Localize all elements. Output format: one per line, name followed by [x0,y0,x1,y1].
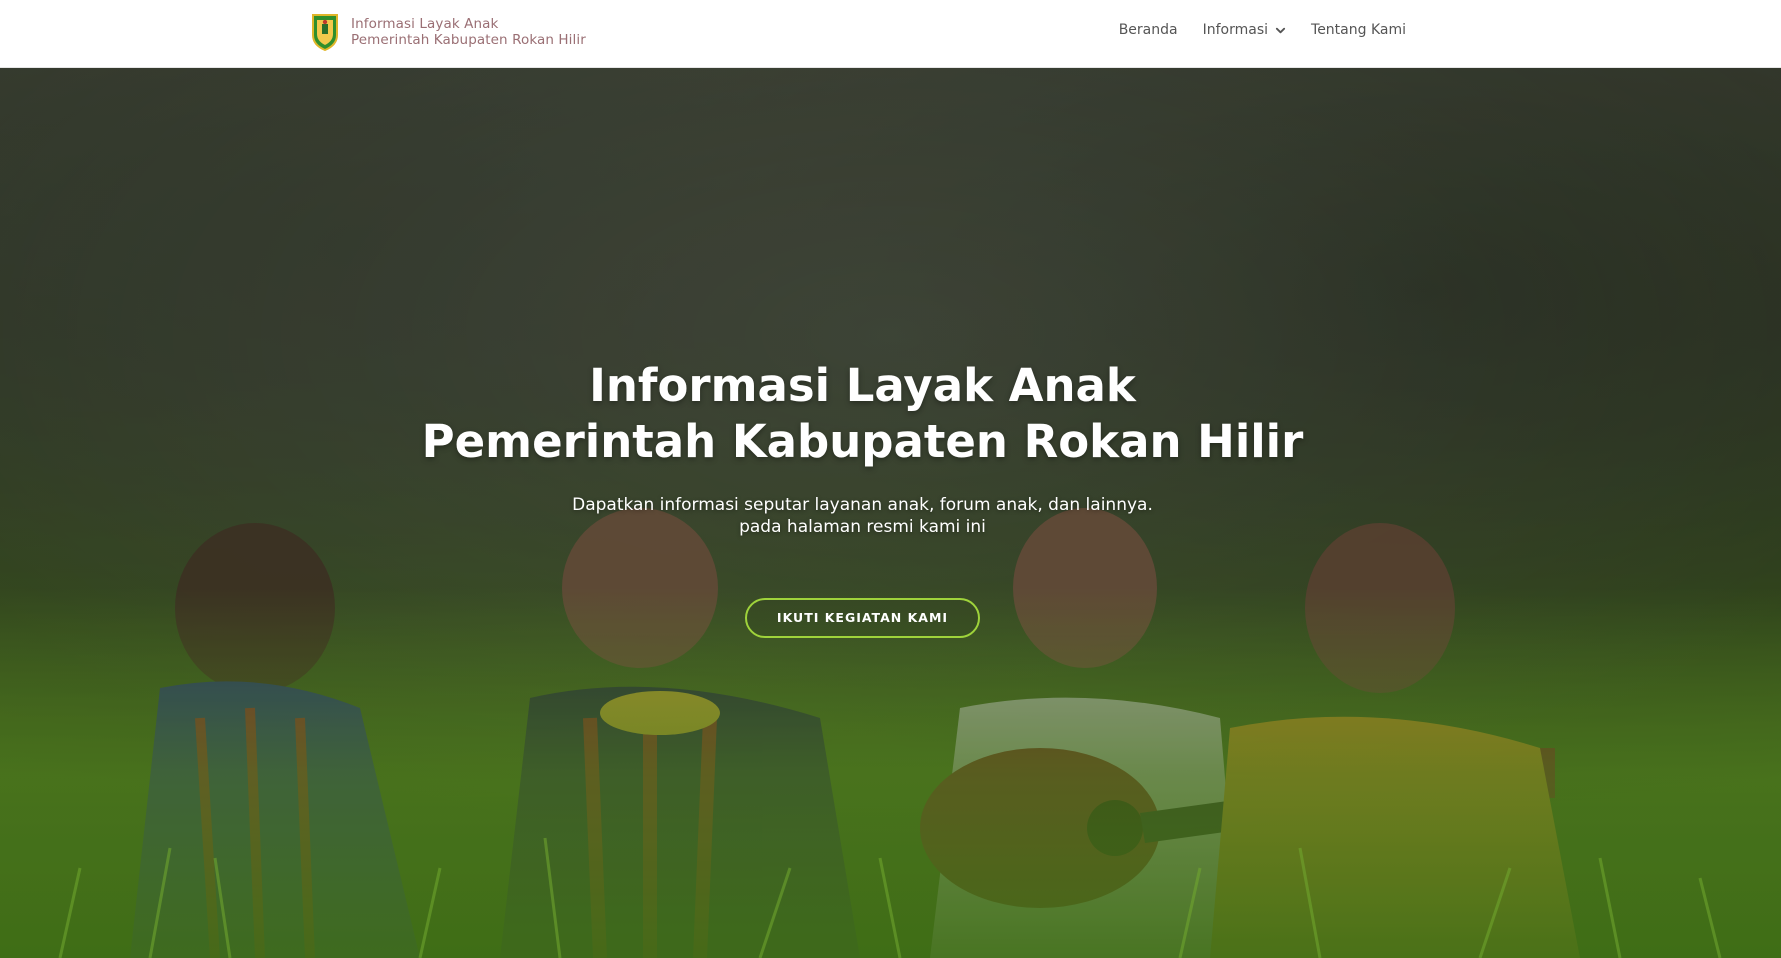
nav-item-label: Informasi [1202,22,1269,38]
hero-title-line2: Pemerintah Kabupaten Rokan Hilir [421,415,1304,468]
nav-item-informasi[interactable]: Informasi [1203,22,1286,38]
nav-item-beranda[interactable]: Beranda [1119,22,1178,38]
main-menu: Beranda Informasi Tentang Kami [1094,22,1406,38]
hero-title: Informasi Layak Anak Pemerintah Kabupate… [0,358,1725,470]
hero-section: Informasi Layak Anak Pemerintah Kabupate… [0,68,1781,958]
hero-title-line1: Informasi Layak Anak [589,359,1136,412]
hero-subtitle-line2: pada halaman resmi kami ini [739,517,986,537]
nav-item-label: Beranda [1118,22,1178,38]
chevron-down-icon [1275,27,1286,33]
hero-content: Informasi Layak Anak Pemerintah Kabupate… [0,358,1725,638]
join-activities-button[interactable]: IKUTI KEGIATAN KAMI [744,598,981,638]
brand-text: Informasi Layak Anak Pemerintah Kabupate… [351,16,586,48]
hero-subtitle: Dapatkan informasi seputar layanan anak,… [0,494,1725,538]
top-navigation-bar: Informasi Layak Anak Pemerintah Kabupate… [0,0,1781,68]
nav-item-tentang-kami[interactable]: Tentang Kami [1311,22,1406,38]
brand-title: Informasi Layak Anak [351,16,499,32]
brand-subtitle: Pemerintah Kabupaten Rokan Hilir [351,32,586,48]
nav-item-label: Tentang Kami [1311,22,1406,38]
hero-subtitle-line1: Dapatkan informasi seputar layanan anak,… [572,495,1153,515]
regency-crest-icon [312,14,338,51]
site-brand[interactable]: Informasi Layak Anak Pemerintah Kabupate… [311,13,586,51]
